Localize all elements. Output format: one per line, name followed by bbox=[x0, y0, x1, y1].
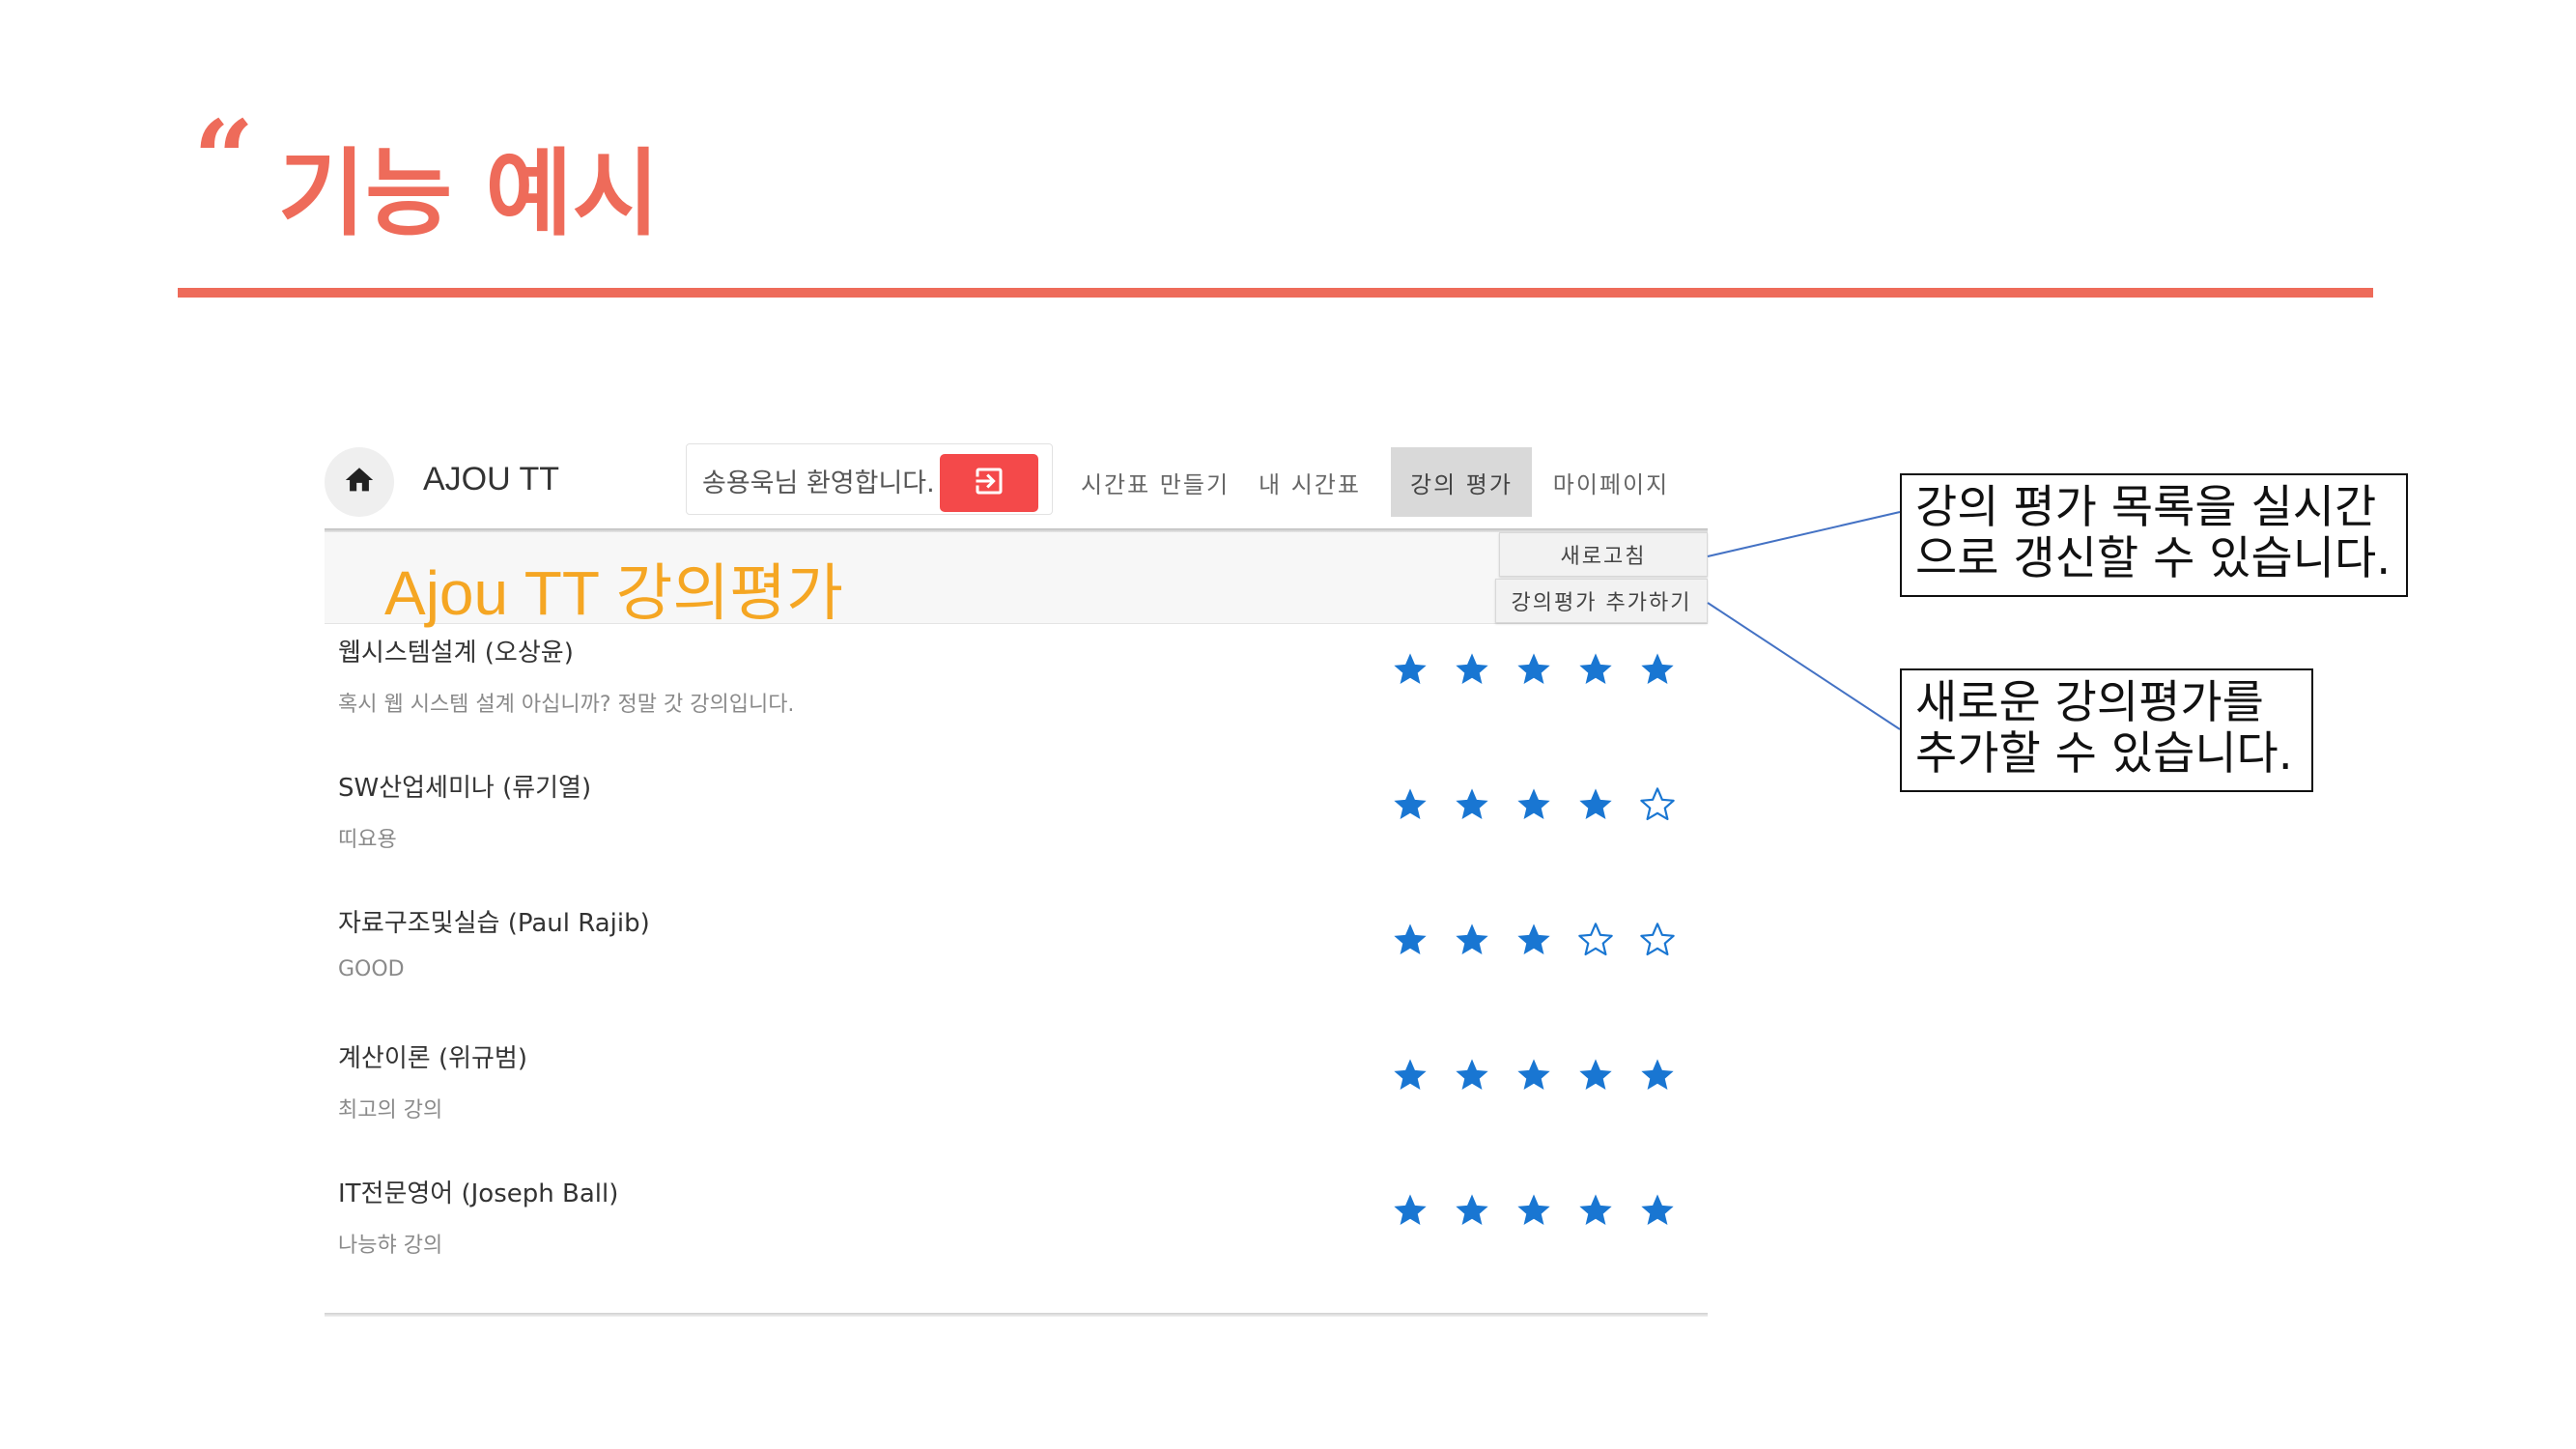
star-filled-icon bbox=[1453, 921, 1491, 959]
review-item[interactable]: SW산업세미나 (류기열) 띠요용 bbox=[325, 768, 1708, 903]
add-review-button[interactable]: 강의평가 추가하기 bbox=[1495, 579, 1708, 623]
nav-my-timetable[interactable]: 내 시간표 bbox=[1252, 447, 1368, 517]
home-button[interactable] bbox=[325, 447, 394, 517]
review-course: IT전문영어 (Joseph Ball) bbox=[338, 1179, 619, 1208]
star-filled-icon bbox=[1638, 1056, 1677, 1094]
review-item[interactable]: 계산이론 (위규범) 최고의 강의 bbox=[325, 1038, 1708, 1174]
star-filled-icon bbox=[1391, 921, 1430, 959]
star-outline-icon bbox=[1638, 785, 1677, 824]
review-comment: GOOD bbox=[338, 957, 405, 981]
review-comment: 나능햐 강의 bbox=[338, 1234, 443, 1258]
nav-mypage[interactable]: 마이페이지 bbox=[1543, 447, 1679, 517]
title-divider bbox=[178, 288, 2373, 298]
star-filled-icon bbox=[1391, 785, 1430, 824]
app-screenshot: AJOU TT 송용욱님 환영합니다. 시간표 만들기 내 시간표 강의 평가 … bbox=[325, 440, 1708, 1328]
star-filled-icon bbox=[1514, 1056, 1553, 1094]
star-filled-icon bbox=[1514, 785, 1553, 824]
nav-make-timetable[interactable]: 시간표 만들기 bbox=[1068, 447, 1242, 517]
star-filled-icon bbox=[1576, 1056, 1615, 1094]
review-course: 계산이론 (위규범) bbox=[338, 1044, 527, 1073]
star-filled-icon bbox=[1453, 785, 1491, 824]
nav-course-review[interactable]: 강의 평가 bbox=[1391, 447, 1532, 517]
star-filled-icon bbox=[1391, 1191, 1430, 1230]
home-icon bbox=[343, 464, 376, 500]
review-comment: 띠요용 bbox=[338, 828, 397, 852]
page-header: Ajou TT 강의평가 새로고침 강의평가 추가하기 bbox=[325, 532, 1708, 628]
review-course: 웹시스템설계 (오상윤) bbox=[338, 639, 574, 668]
welcome-text: 송용욱님 환영합니다. bbox=[702, 469, 935, 498]
logout-icon bbox=[972, 464, 1006, 502]
welcome-box: 송용욱님 환영합니다. bbox=[686, 443, 1053, 515]
star-outline-icon bbox=[1576, 921, 1615, 959]
star-filled-icon bbox=[1638, 650, 1677, 689]
brand-logo-text[interactable]: AJOU TT bbox=[423, 461, 559, 498]
quote-mark: “ bbox=[193, 97, 254, 221]
slide-title: 기능 예시 bbox=[278, 139, 660, 249]
star-filled-icon bbox=[1391, 650, 1430, 689]
review-item[interactable]: IT전문영어 (Joseph Ball) 나능햐 강의 bbox=[325, 1174, 1708, 1309]
review-comment: 최고의 강의 bbox=[338, 1098, 443, 1122]
star-filled-icon bbox=[1453, 650, 1491, 689]
star-filled-icon bbox=[1514, 921, 1553, 959]
star-filled-icon bbox=[1638, 1191, 1677, 1230]
refresh-button[interactable]: 새로고침 bbox=[1499, 532, 1708, 577]
navbar: AJOU TT 송용욱님 환영합니다. 시간표 만들기 내 시간표 강의 평가 … bbox=[325, 440, 1708, 528]
list-bottom-shadow bbox=[325, 1313, 1708, 1317]
logout-button[interactable] bbox=[940, 454, 1038, 512]
star-filled-icon bbox=[1453, 1056, 1491, 1094]
review-course: SW산업세미나 (류기열) bbox=[338, 774, 592, 803]
page-title: Ajou TT 강의평가 bbox=[384, 558, 844, 628]
star-filled-icon bbox=[1576, 650, 1615, 689]
review-course: 자료구조및실습 (Paul Rajib) bbox=[338, 909, 650, 938]
star-filled-icon bbox=[1453, 1191, 1491, 1230]
review-comment: 혹시 웹 시스템 설계 아십니까? 정말 갓 강의입니다. bbox=[338, 693, 795, 717]
star-filled-icon bbox=[1514, 650, 1553, 689]
review-item[interactable]: 웹시스템설계 (오상윤) 혹시 웹 시스템 설계 아십니까? 정말 갓 강의입니… bbox=[325, 633, 1708, 768]
callout-add-review: 새로운 강의평가를 추가할 수 있습니다. bbox=[1900, 668, 2313, 792]
review-item[interactable]: 자료구조및실습 (Paul Rajib) GOOD bbox=[325, 903, 1708, 1038]
star-filled-icon bbox=[1391, 1056, 1430, 1094]
star-filled-icon bbox=[1576, 1191, 1615, 1230]
star-filled-icon bbox=[1514, 1191, 1553, 1230]
star-filled-icon bbox=[1576, 785, 1615, 824]
callout-refresh: 강의 평가 목록을 실시간 으로 갱신할 수 있습니다. bbox=[1900, 473, 2408, 597]
star-outline-icon bbox=[1638, 921, 1677, 959]
